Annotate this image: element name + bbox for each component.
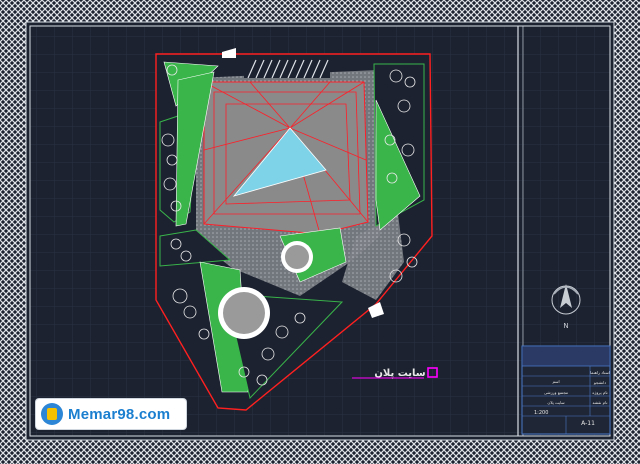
plan-label: سایت پلان [374, 368, 425, 379]
cad-drawing-canvas: N استاد راهنما اسم دانشجو نام پروژه مجتم… [0, 0, 640, 464]
tb-value-project: مجتمع ورزشی [544, 390, 568, 395]
logo-text: Memar98.com [68, 405, 171, 423]
parking-area [244, 59, 330, 79]
tb-label-advisor: استاد راهنما [590, 370, 610, 375]
logo-icon [41, 403, 63, 425]
watermark-logo[interactable]: Memar98.com [36, 399, 186, 429]
tb-label-student: دانشجو [593, 380, 606, 385]
tb-label-sheet: نام نقشه [593, 400, 608, 405]
tb-label-project: نام پروژه [592, 390, 607, 395]
tb-value-advisor: اسم [552, 379, 559, 384]
tb-sheet-number: A-11 [581, 420, 595, 427]
tb-value-sheet: سایت پلان [547, 400, 565, 405]
tb-scale: 1:200 [534, 410, 548, 416]
north-label: N [563, 322, 568, 330]
